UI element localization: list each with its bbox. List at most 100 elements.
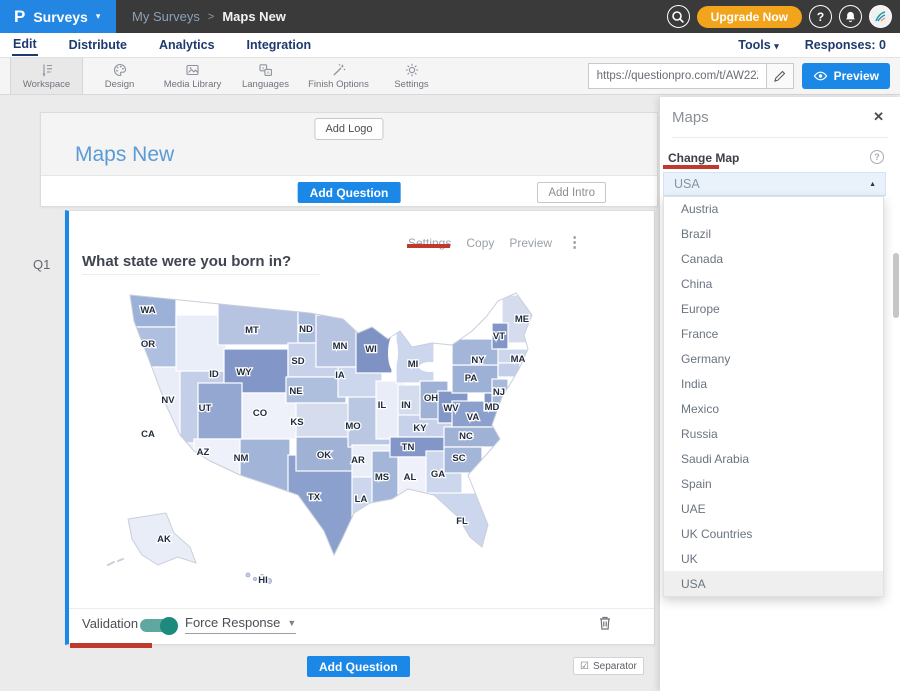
add-logo-button[interactable]: Add Logo (314, 118, 383, 140)
toolbar-item-languages[interactable]: xALanguages (229, 58, 302, 94)
map-option-brazil[interactable]: Brazil (664, 222, 883, 247)
upgrade-now-button[interactable]: Upgrade Now (697, 6, 802, 28)
map-option-usa[interactable]: USA (664, 571, 883, 596)
map-select-value: USA (674, 177, 700, 191)
survey-nav: Edit Distribute Analytics Integration Tools… (0, 33, 900, 58)
toolbar-item-label: Design (105, 79, 135, 90)
map-option-china[interactable]: China (664, 272, 883, 297)
state-label-GA: GA (431, 469, 445, 480)
search-button[interactable] (667, 5, 690, 28)
state-label-OH: OH (424, 393, 438, 404)
map-option-canada[interactable]: Canada (664, 247, 883, 272)
separator-toggle[interactable]: ☑ Separator (573, 657, 644, 675)
media-library-icon (184, 62, 201, 78)
map-option-spain[interactable]: Spain (664, 471, 883, 496)
edit-url-button[interactable] (766, 63, 794, 89)
toggle-knob (160, 617, 178, 635)
product-switcher[interactable]: P Surveys ▾ (0, 0, 116, 33)
toolbar-item-media-library[interactable]: Media Library (156, 58, 229, 94)
map-option-saudi-arabia[interactable]: Saudi Arabia (664, 446, 883, 471)
question-text-underline (82, 274, 320, 275)
survey-url-input[interactable] (588, 63, 766, 89)
map-option-uk[interactable]: UK (664, 546, 883, 571)
map-option-germany[interactable]: Germany (664, 347, 883, 372)
design-icon (112, 62, 128, 78)
map-option-austria[interactable]: Austria (664, 197, 883, 222)
map-option-europe[interactable]: Europe (664, 297, 883, 322)
kebab-menu-icon[interactable]: ⋮ (567, 238, 582, 248)
close-icon[interactable]: ✕ (873, 109, 884, 125)
notifications-button[interactable] (839, 5, 862, 28)
state-MT[interactable] (218, 299, 298, 345)
help-button[interactable]: ? (809, 5, 832, 28)
force-response-dropdown[interactable]: Force Response ▼ (185, 615, 296, 634)
survey-url-group: Preview (588, 63, 890, 89)
validation-toggle[interactable] (140, 619, 176, 632)
state-label-MN: MN (333, 341, 348, 352)
state-KS[interactable] (296, 403, 352, 437)
add-question-button-top[interactable]: Add Question (298, 182, 401, 203)
state-label-WI: WI (365, 344, 377, 355)
product-name: Surveys (33, 9, 87, 25)
survey-title[interactable]: Maps New (75, 143, 174, 167)
map-option-russia[interactable]: Russia (664, 421, 883, 446)
search-icon (671, 10, 685, 24)
panel-divider (672, 137, 888, 138)
preview-button[interactable]: Preview (802, 63, 890, 89)
question-text[interactable]: What state were you born in? (82, 253, 291, 270)
map-option-india[interactable]: India (664, 372, 883, 397)
state-label-VA: VA (467, 412, 480, 423)
tab-analytics[interactable]: Analytics (158, 35, 216, 55)
tab-distribute[interactable]: Distribute (68, 35, 128, 55)
question-card: SettingsCopyPreview⋮ What state were you… (65, 210, 655, 645)
breadcrumb-current: Maps New (222, 9, 286, 24)
toolbar-item-finish-options[interactable]: Finish Options (302, 58, 375, 94)
dropdown-scrollbar[interactable] (893, 253, 899, 318)
map-select[interactable]: USA ▲ (663, 172, 886, 196)
question-action-preview[interactable]: Preview (509, 236, 552, 250)
questionpro-survey-editor: { "colors": { "accent_blue": "#1b87e6", … (0, 0, 900, 691)
map-option-mexico[interactable]: Mexico (664, 397, 883, 422)
lake-michigan (388, 336, 398, 370)
question-number: Q1 (33, 257, 50, 272)
annotation-underline-settings (407, 244, 450, 248)
state-label-NY: NY (471, 355, 485, 366)
trash-icon (598, 615, 612, 631)
add-intro-button[interactable]: Add Intro (537, 182, 606, 203)
toolbar-item-design[interactable]: Design (83, 58, 156, 94)
toolbar-item-label: Settings (394, 79, 428, 90)
finish-options-icon (331, 62, 347, 78)
state-label-NV: NV (161, 395, 175, 406)
add-question-button-bottom[interactable]: Add Question (307, 656, 410, 677)
state-label-ID: ID (209, 369, 219, 380)
state-MI[interactable] (396, 331, 434, 383)
toolbar-item-workspace[interactable]: Workspace (10, 58, 83, 94)
map-option-uk-countries[interactable]: UK Countries (664, 521, 883, 546)
tab-integration[interactable]: Integration (246, 35, 313, 55)
workspace-toolbar: Workspace Design Media LibraryxALanguagesF… (0, 58, 900, 95)
map-option-uae[interactable]: UAE (664, 496, 883, 521)
state-label-MA: MA (511, 354, 526, 365)
state-NM[interactable] (240, 439, 290, 495)
state-label-NM: NM (234, 453, 249, 464)
state-label-MS: MS (375, 472, 389, 483)
state-label-KS: KS (290, 417, 303, 428)
delete-question-button[interactable] (598, 615, 612, 636)
question-action-copy[interactable]: Copy (466, 236, 494, 250)
state-label-WA: WA (140, 305, 155, 316)
breadcrumb-my-surveys[interactable]: My Surveys (132, 9, 200, 24)
chevron-down-icon: ▾ (96, 11, 101, 22)
tab-edit[interactable]: Edit (12, 34, 38, 56)
map-option-france[interactable]: France (664, 322, 883, 347)
state-label-ND: ND (299, 324, 313, 335)
state-label-NJ: NJ (493, 387, 505, 398)
state-label-MI: MI (408, 359, 419, 370)
validation-divider (69, 608, 654, 609)
state-unlabeled[interactable] (498, 363, 520, 377)
checkbox-checked-icon: ☑ (580, 661, 589, 672)
chevron-down-icon: ▾ (774, 41, 779, 51)
help-circle-icon[interactable]: ? (870, 150, 884, 164)
toolbar-item-settings[interactable]: Settings (375, 58, 448, 94)
tools-menu[interactable]: Tools ▾ (738, 38, 778, 52)
account-avatar[interactable] (869, 5, 892, 28)
